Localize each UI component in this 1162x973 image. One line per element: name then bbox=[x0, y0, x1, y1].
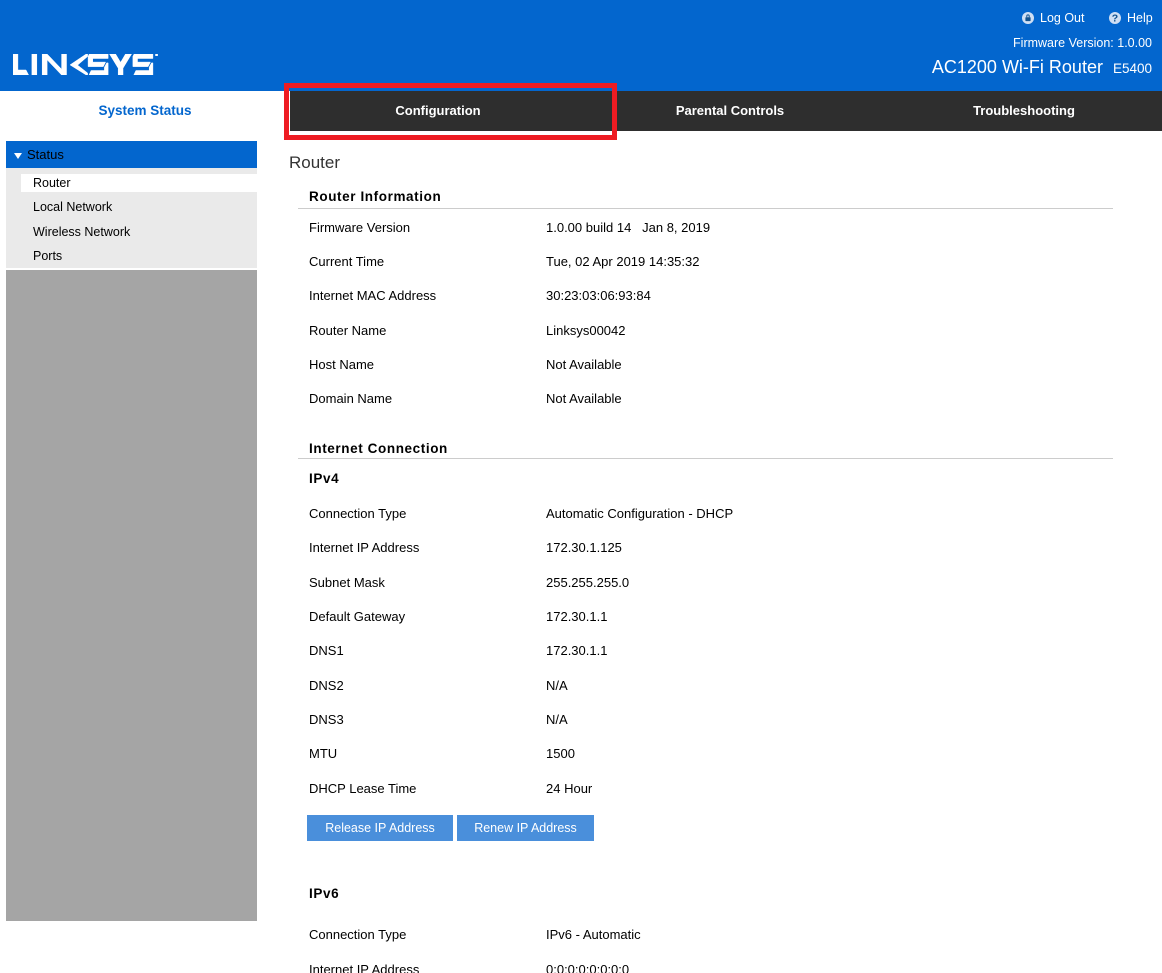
svg-text:?: ? bbox=[1112, 13, 1118, 25]
